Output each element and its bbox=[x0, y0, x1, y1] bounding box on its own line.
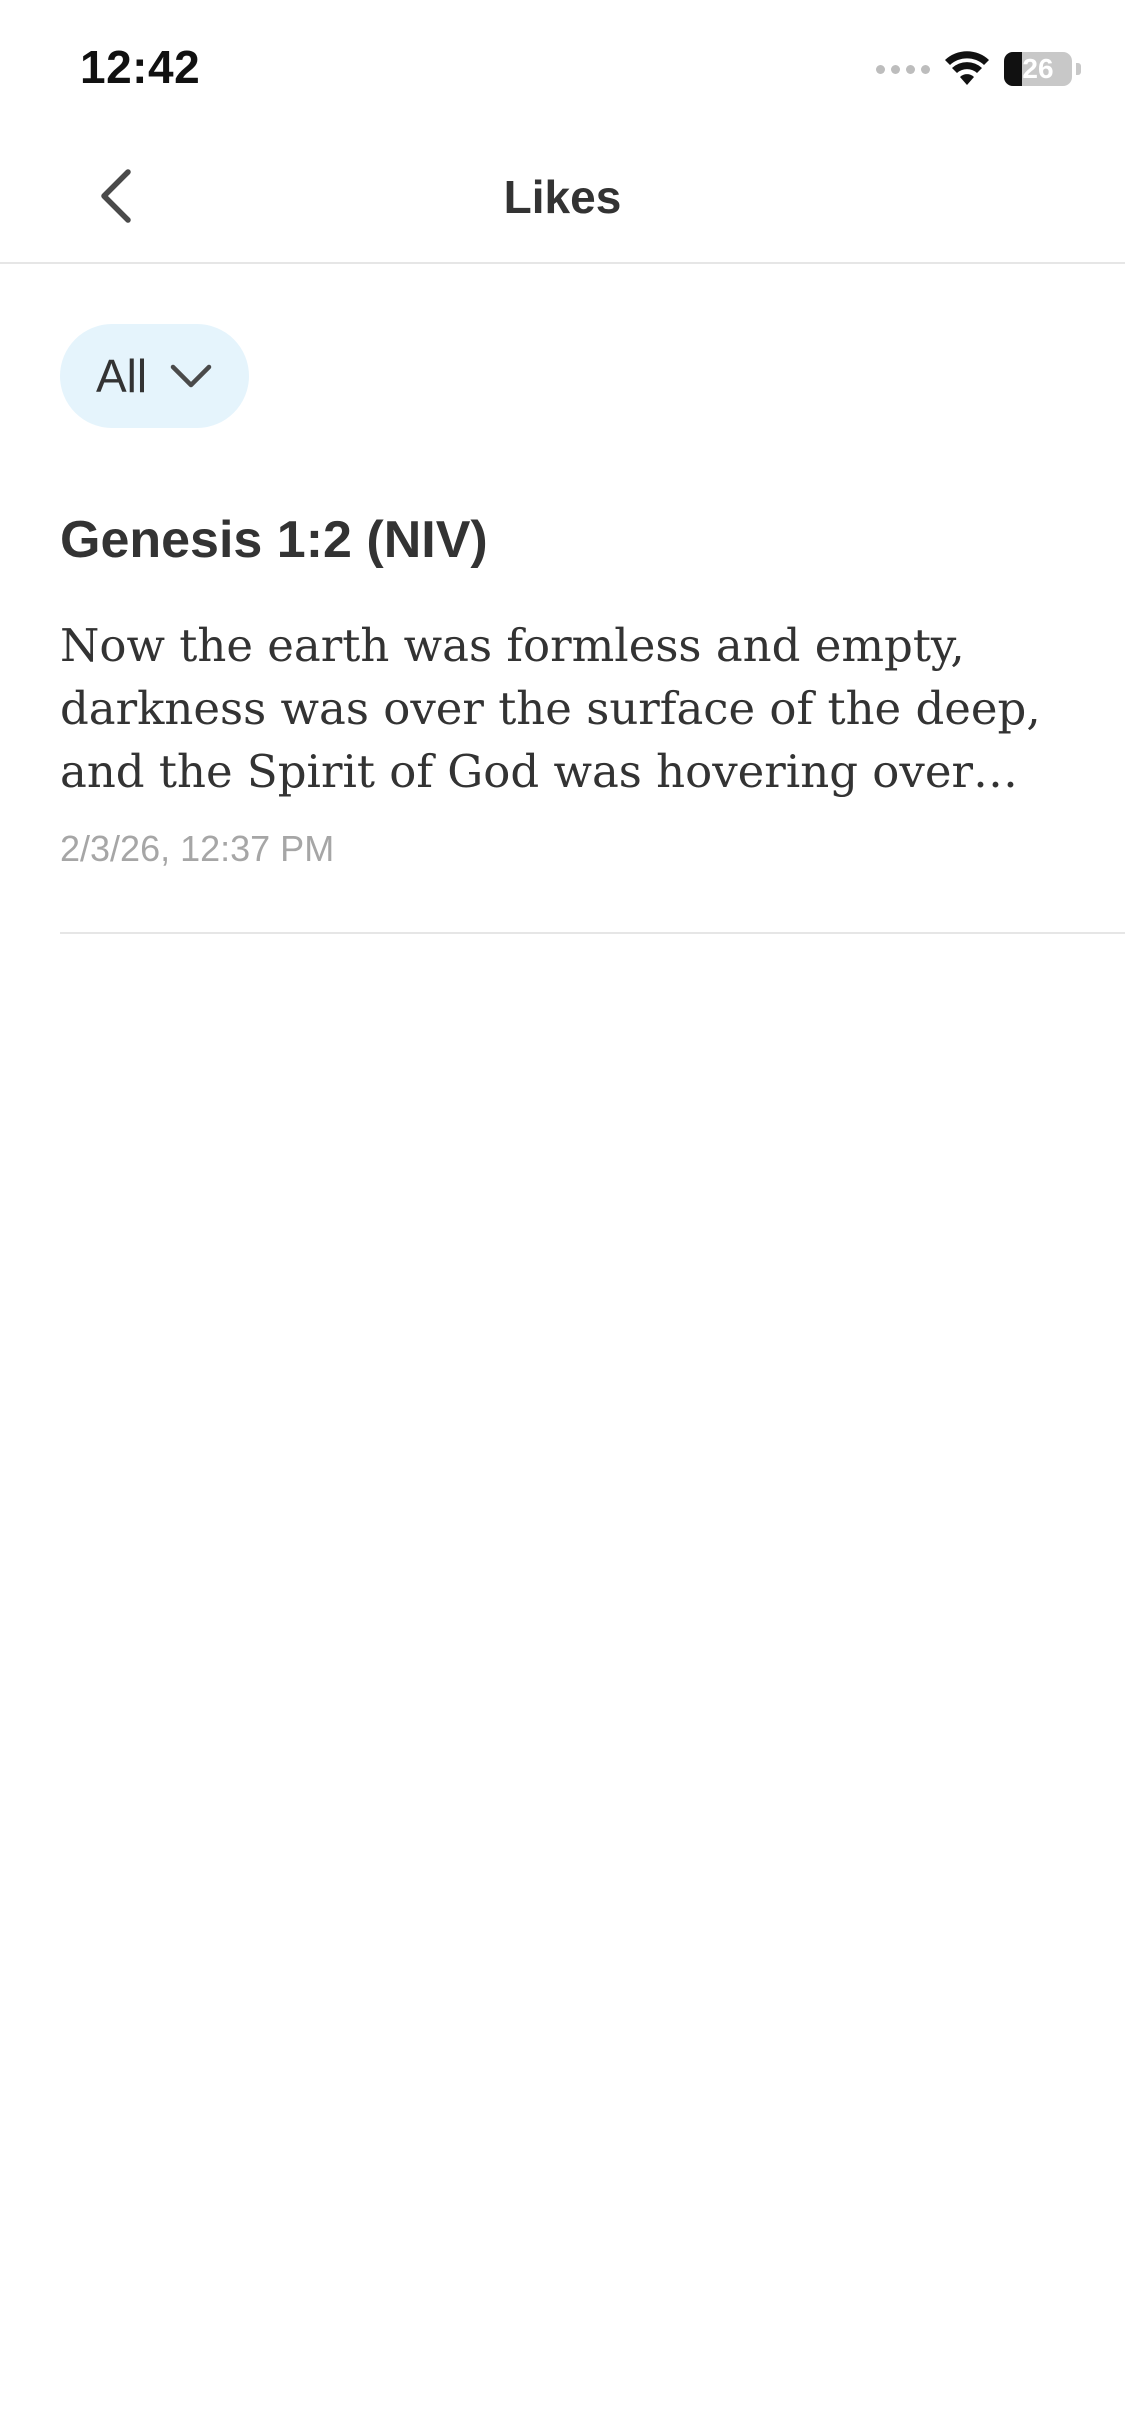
verse-text: Now the earth was formless and empty, da… bbox=[60, 619, 1041, 798]
wifi-icon bbox=[944, 51, 990, 87]
liked-timestamp: 2/3/26, 12:37 PM bbox=[60, 828, 335, 869]
battery-icon: 26 bbox=[1004, 52, 1072, 86]
battery-tip bbox=[1076, 63, 1081, 75]
nav-bar: Likes bbox=[0, 132, 1125, 264]
cellular-signal-icon bbox=[876, 64, 930, 74]
filter-dropdown[interactable]: All bbox=[60, 324, 250, 428]
status-bar: 12:42 26 bbox=[0, 0, 1125, 132]
battery-level: 26 bbox=[1022, 53, 1054, 84]
filter-label: All bbox=[96, 350, 148, 402]
status-icons: 26 bbox=[876, 48, 1081, 90]
list-item[interactable]: Genesis 1:2 (NIV) Now the earth was form… bbox=[60, 500, 1125, 934]
page-title: Likes bbox=[503, 171, 622, 223]
status-time: 12:42 bbox=[80, 41, 201, 93]
chevron-down-icon bbox=[169, 363, 213, 389]
verse-reference: Genesis 1:2 (NIV) bbox=[60, 511, 488, 569]
